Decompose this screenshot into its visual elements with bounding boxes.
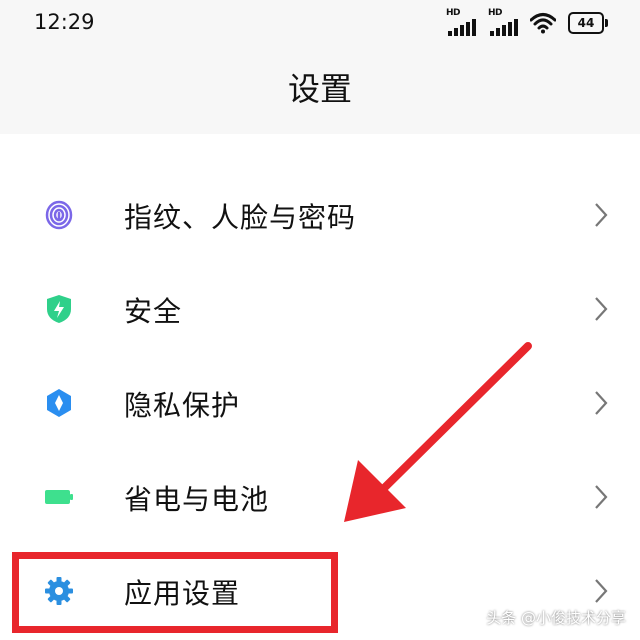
page-title: 设置 [287,70,352,108]
header: 设置 [0,50,640,134]
wifi-icon [530,13,556,34]
fingerprint-icon [45,200,73,230]
settings-item-battery[interactable]: 省电与电池 [0,450,640,544]
signal-icon: HD [446,8,476,36]
signal-icon: HD [488,8,518,36]
settings-item-label: 省电与电池 [124,483,270,516]
settings-item-label: 指纹、人脸与密码 [124,201,357,234]
shield-icon [47,295,71,323]
battery-saver-icon [45,490,73,504]
status-icons: HD HD 44 [446,8,608,36]
sim1-hd-label: HD [446,8,461,18]
chevron-right-icon [595,485,608,509]
chevron-right-icon [595,297,608,321]
chevron-right-icon [595,579,608,603]
sim2-hd-label: HD [488,8,503,18]
settings-item-label: 隐私保护 [124,389,241,422]
chevron-right-icon [595,203,608,227]
status-bar: 12:29 HD HD 44 [0,0,640,50]
settings-item-security[interactable]: 安全 [0,262,640,356]
settings-item-fingerprint[interactable]: 指纹、人脸与密码 [0,168,640,262]
privacy-icon [47,389,71,417]
watermark: 头条 @小俊技术分享 [486,609,626,627]
highlight-box [12,552,338,633]
chevron-right-icon [595,391,608,415]
battery-icon: 44 [568,12,608,34]
settings-item-privacy[interactable]: 隐私保护 [0,356,640,450]
status-time: 12:29 [34,10,95,34]
settings-item-label: 安全 [124,295,183,328]
